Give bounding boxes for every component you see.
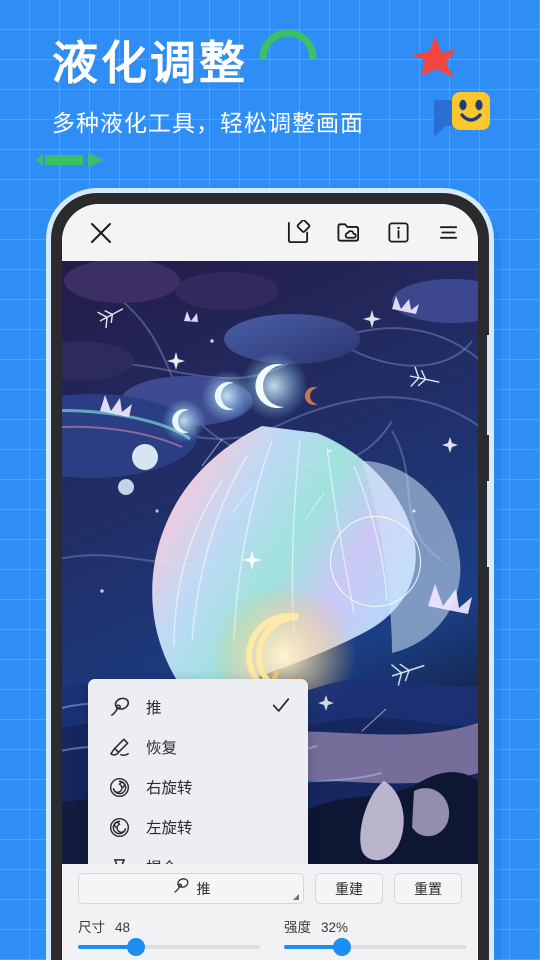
reset-button[interactable]: 重置 <box>394 873 462 904</box>
size-slider-header: 尺寸 48 <box>78 916 260 936</box>
close-icon <box>91 222 111 243</box>
transform-icon <box>287 220 310 244</box>
corner-triangle-icon <box>293 894 299 900</box>
phone-mockup: 推 恢复 右旋转 左旋转 推 重建 重置 尺寸 48 强度 32% <box>51 193 494 960</box>
size-slider[interactable] <box>78 938 260 956</box>
size-slider-group: 尺寸 48 <box>78 916 260 956</box>
app-toolbar <box>62 204 478 261</box>
bottom-control-panel: 推 重建 重置 尺寸 48 强度 32% <box>62 864 478 960</box>
size-slider-value: 48 <box>115 920 131 935</box>
strength-slider-header: 强度 32% <box>284 916 466 936</box>
cloud-album-button[interactable] <box>334 219 362 247</box>
liquify-tool-menu[interactable]: 推 恢复 右旋转 左旋转 <box>88 679 308 864</box>
size-slider-label: 尺寸 <box>78 920 105 935</box>
toolbar-actions <box>284 219 462 247</box>
page-title: 液化调整 <box>52 37 248 89</box>
phone-side-button-volume[interactable] <box>487 335 494 435</box>
strength-slider[interactable] <box>284 938 466 956</box>
menu-item-label: 左旋转 <box>146 820 193 837</box>
hero-banner: 液化调整 多种液化工具，轻松调整画面 <box>0 0 540 190</box>
menu-item-pinch[interactable]: 捏合 <box>88 847 308 864</box>
folder-cloud-icon <box>336 223 359 242</box>
strength-slider-thumb[interactable] <box>333 938 352 956</box>
restore-icon <box>106 734 132 760</box>
pinch-icon <box>106 854 132 864</box>
push-icon <box>172 877 190 900</box>
arc-icon <box>259 29 317 60</box>
tool-button-row: 推 重建 重置 <box>62 873 478 904</box>
push-icon <box>106 694 132 720</box>
menu-item-label: 推 <box>146 700 162 717</box>
info-icon <box>387 222 409 243</box>
tool-selector-value: 推 <box>196 880 211 897</box>
menu-item-label: 右旋转 <box>146 780 193 797</box>
menu-item-restore[interactable]: 恢复 <box>88 727 308 767</box>
rebuild-button[interactable]: 重建 <box>315 873 383 904</box>
menu-item-push[interactable]: 推 <box>88 687 308 727</box>
menu-item-swirl-cw[interactable]: 右旋转 <box>88 767 308 807</box>
menu-icon <box>439 226 457 239</box>
editor-canvas[interactable]: 推 恢复 右旋转 左旋转 <box>62 261 478 864</box>
info-button[interactable] <box>384 219 412 247</box>
tool-selector[interactable]: 推 <box>78 873 304 904</box>
phone-side-button-power[interactable] <box>487 481 494 567</box>
page-subtitle: 多种液化工具，轻松调整画面 <box>52 110 364 136</box>
star-icon <box>412 36 456 78</box>
brush-size-cursor <box>330 516 421 607</box>
menu-item-label: 捏合 <box>146 856 177 864</box>
menu-button[interactable] <box>434 219 462 247</box>
transform-button[interactable] <box>284 219 312 247</box>
check-icon <box>270 694 292 721</box>
size-slider-thumb[interactable] <box>127 938 146 956</box>
pencil-arrow-icon <box>36 153 104 167</box>
phone-screen: 推 恢复 右旋转 左旋转 推 重建 重置 尺寸 48 强度 32% <box>62 204 478 960</box>
menu-item-swirl-ccw[interactable]: 左旋转 <box>88 807 308 847</box>
strength-slider-group: 强度 32% <box>284 916 466 956</box>
swirl-ccw-icon <box>106 814 132 840</box>
smiley-chat-icon <box>434 92 490 137</box>
swirl-cw-icon <box>106 774 132 800</box>
close-button[interactable] <box>84 216 118 250</box>
strength-slider-label: 强度 <box>284 920 311 935</box>
menu-item-label: 恢复 <box>146 740 178 757</box>
strength-slider-value: 32% <box>321 920 349 935</box>
